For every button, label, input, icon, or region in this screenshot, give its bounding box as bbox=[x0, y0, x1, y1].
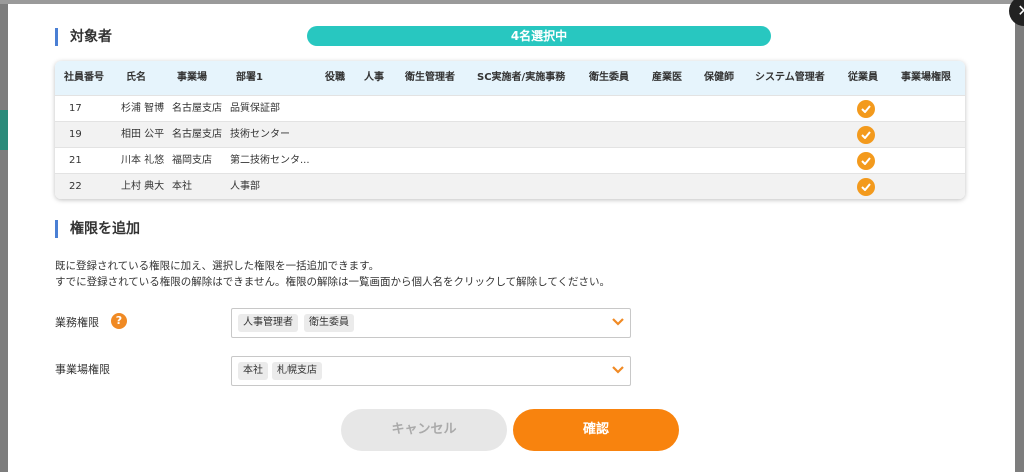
table-row: 21 川本 礼悠 福岡支店 第二技術センタ... bbox=[55, 147, 965, 173]
cell-site: 本社 bbox=[172, 181, 192, 192]
chevron-down-icon[interactable] bbox=[612, 366, 624, 374]
site-permission-select[interactable]: 本社 札幌支店 bbox=[231, 356, 631, 386]
business-permission-select[interactable]: 人事管理者 衛生委員 bbox=[231, 308, 631, 338]
bulk-permission-modal: ✕ 対象者 4名選択中 社員番号 氏名 事業場 部署1 役職 人事 衛生管理者 … bbox=[8, 0, 1024, 472]
header-hr: 人事 bbox=[364, 72, 384, 83]
cell-employee-number: 17 bbox=[69, 103, 82, 114]
close-icon: ✕ bbox=[1017, 1, 1024, 20]
cell-name: 上村 典大 bbox=[121, 181, 165, 192]
header-employee-number: 社員番号 bbox=[64, 72, 104, 83]
header-position: 役職 bbox=[325, 72, 345, 83]
header-site: 事業場 bbox=[177, 72, 207, 83]
check-icon bbox=[857, 100, 875, 118]
cell-employee-number: 22 bbox=[69, 181, 82, 192]
tag-headquarters[interactable]: 本社 bbox=[238, 362, 268, 380]
cancel-button[interactable]: キャンセル bbox=[341, 409, 507, 451]
table-row: 17 杉浦 智博 名古屋支店 品質保証部 bbox=[55, 95, 965, 121]
header-name: 氏名 bbox=[126, 72, 146, 83]
cell-name: 相田 公平 bbox=[121, 129, 165, 140]
cell-dept: 品質保証部 bbox=[230, 103, 280, 114]
header-sc-implementer: SC実施者/実施事務 bbox=[477, 72, 566, 83]
help-icon[interactable]: ? bbox=[111, 313, 127, 329]
tag-health-committee[interactable]: 衛生委員 bbox=[304, 314, 354, 332]
background-element bbox=[0, 110, 8, 150]
cell-employee-number: 21 bbox=[69, 155, 82, 166]
tag-sapporo-branch[interactable]: 札幌支店 bbox=[272, 362, 322, 380]
tag-hr-manager[interactable]: 人事管理者 bbox=[238, 314, 298, 332]
check-icon bbox=[857, 178, 875, 196]
selected-count-badge: 4名選択中 bbox=[307, 26, 771, 46]
cell-employee-number: 19 bbox=[69, 129, 82, 140]
cell-dept: 人事部 bbox=[230, 181, 260, 192]
check-icon bbox=[857, 152, 875, 170]
target-table: 社員番号 氏名 事業場 部署1 役職 人事 衛生管理者 SC実施者/実施事務 衛… bbox=[55, 61, 965, 199]
check-icon bbox=[857, 126, 875, 144]
cell-site: 名古屋支店 bbox=[172, 103, 222, 114]
table-row: 19 相田 公平 名古屋支店 技術センター bbox=[55, 121, 965, 147]
header-health-nurse: 保健師 bbox=[704, 72, 734, 83]
description-line-2: すでに登録されている権限の解除はできません。権限の解除は一覧画面から個人名をクリ… bbox=[55, 276, 611, 288]
description-line-1: 既に登録されている権限に加え、選択した権限を一括追加できます。 bbox=[55, 260, 380, 272]
table-row: 22 上村 典大 本社 人事部 bbox=[55, 173, 965, 199]
header-health-committee: 衛生委員 bbox=[589, 72, 629, 83]
header-dept: 部署1 bbox=[236, 72, 263, 83]
table-header: 社員番号 氏名 事業場 部署1 役職 人事 衛生管理者 SC実施者/実施事務 衛… bbox=[55, 61, 965, 95]
header-health-manager: 衛生管理者 bbox=[405, 72, 455, 83]
header-industrial-doctor: 産業医 bbox=[652, 72, 682, 83]
chevron-down-icon[interactable] bbox=[612, 318, 624, 326]
cell-site: 福岡支店 bbox=[172, 155, 212, 166]
cell-site: 名古屋支店 bbox=[172, 129, 222, 140]
cell-dept: 第二技術センタ... bbox=[230, 155, 310, 166]
header-site-permission: 事業場権限 bbox=[901, 72, 951, 83]
target-section-title: 対象者 bbox=[55, 28, 112, 46]
close-button[interactable]: ✕ bbox=[1009, 0, 1024, 26]
cell-name: 川本 礼悠 bbox=[121, 155, 165, 166]
header-employee: 従業員 bbox=[848, 72, 878, 83]
confirm-button[interactable]: 確認 bbox=[513, 409, 679, 451]
header-system-admin: システム管理者 bbox=[755, 72, 825, 83]
site-permission-label: 事業場権限 bbox=[55, 363, 110, 376]
cell-dept: 技術センター bbox=[230, 129, 290, 140]
business-permission-label: 業務権限 bbox=[55, 316, 99, 329]
add-section-title: 権限を追加 bbox=[55, 220, 140, 238]
cell-name: 杉浦 智博 bbox=[121, 103, 165, 114]
